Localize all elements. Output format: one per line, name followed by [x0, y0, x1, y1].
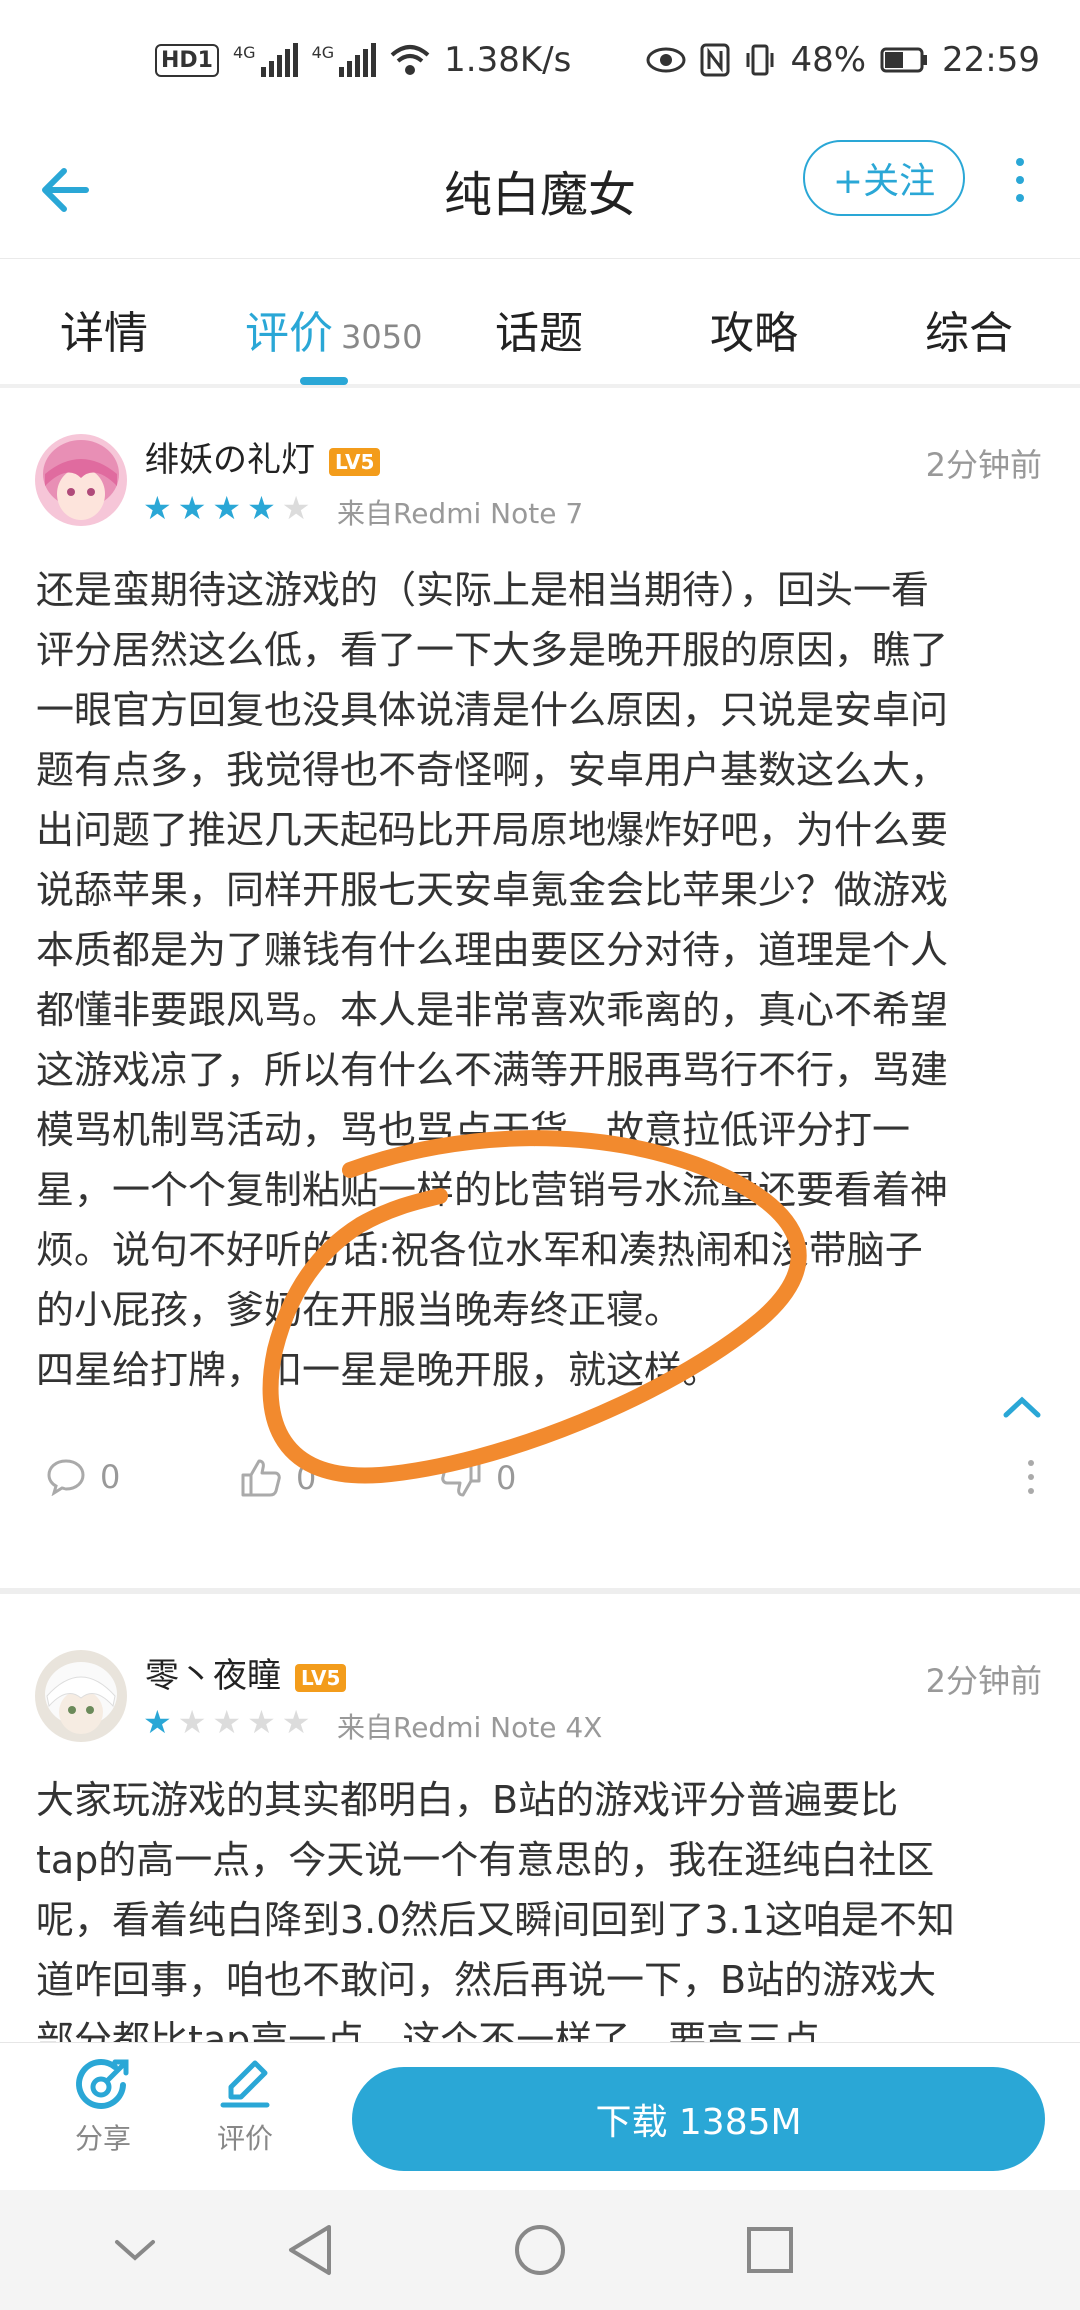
tab-details[interactable]: 详情 [60, 297, 148, 361]
like-button[interactable]: 0 [240, 1458, 316, 1498]
tab-bar: 详情 评价 3050 话题 攻略 综合 [0, 258, 1080, 388]
review-body[interactable]: 还是蛮期待这游戏的（实际上是相当期待），回头一看 评分居然这么低，看了一下大多是… [36, 560, 1046, 1400]
share-button[interactable]: 分享 [48, 2057, 158, 2157]
star-icon: ★ [247, 489, 276, 527]
write-review-button[interactable]: 评价 [190, 2057, 300, 2157]
circle-home-icon [515, 2225, 565, 2275]
avatar[interactable] [35, 434, 127, 526]
download-button[interactable]: 下载 1385M [352, 2067, 1045, 2171]
star-icon: ★ [281, 1703, 311, 1741]
status-left: HD1 4G 4G 1.38K/s [155, 40, 571, 80]
more-options-button[interactable] [995, 145, 1045, 215]
review-more-button[interactable] [1028, 1460, 1034, 1494]
review-device: 来自Redmi Note 7 [337, 497, 584, 530]
net-speed: 1.38K/s [444, 40, 572, 80]
comment-icon [47, 1459, 85, 1496]
review-count: 3050 [341, 318, 423, 356]
pencil-icon [220, 2060, 270, 2108]
star-icon: ★ [281, 489, 311, 527]
nfc-icon [700, 43, 730, 77]
nav-back-button[interactable] [280, 2220, 340, 2280]
clock: 22:59 [942, 40, 1040, 80]
triangle-back-icon [289, 2225, 331, 2275]
thumbs-down-icon [441, 1459, 481, 1497]
signal-icon-2: 4G [312, 43, 377, 77]
star-icon: ★ [177, 1703, 207, 1741]
star-icon: ★ [177, 489, 207, 527]
tab-reviews[interactable]: 评价 3050 [245, 297, 422, 361]
app-bar: 纯白魔女 +关注 [0, 120, 1080, 260]
chevron-down-icon [115, 2240, 155, 2261]
review-divider [0, 1588, 1080, 1594]
dislike-button[interactable]: 0 [440, 1458, 516, 1498]
thumbs-up-icon [241, 1459, 281, 1497]
star-icon: ★ [212, 489, 242, 527]
rating-stars: ★ ★ ★ ★ ★ [143, 492, 310, 524]
share-icon [76, 2059, 129, 2109]
system-nav-bar [0, 2190, 1080, 2310]
review-time: 2分钟前 [925, 446, 1042, 484]
review-body[interactable]: 大家玩游戏的其实都明白，B站的游戏评分普遍要比 tap的高一点，今天说一个有意思… [36, 1770, 1046, 2070]
bottom-action-bar: 分享 评价 下载 1385M [0, 2042, 1080, 2190]
nav-home-button[interactable] [510, 2220, 570, 2280]
vibrate-icon [746, 44, 774, 76]
review-device: 来自Redmi Note 4X [337, 1711, 603, 1744]
star-icon: ★ [143, 1703, 172, 1741]
star-icon: ★ [247, 1703, 276, 1741]
review-username[interactable]: 绯妖の礼灯 LV5 [145, 432, 381, 481]
comment-button[interactable]: 0 [46, 1458, 120, 1496]
tab-guides[interactable]: 攻略 [710, 297, 798, 361]
chevron-up-icon[interactable] [1002, 1395, 1042, 1419]
level-badge: LV5 [295, 1663, 347, 1692]
star-icon: ★ [212, 1703, 242, 1741]
hd-badge: HD1 [155, 43, 219, 77]
battery-icon [880, 47, 928, 73]
square-recents-icon [747, 2227, 793, 2273]
wifi-icon [390, 45, 430, 75]
star-icon: ★ [143, 489, 172, 527]
status-right: 48% 22:59 [646, 40, 1040, 80]
follow-button[interactable]: +关注 [803, 140, 965, 216]
nav-hide-button[interactable] [105, 2220, 165, 2280]
rating-stars: ★ ★ ★ ★ ★ [143, 1706, 310, 1738]
tab-overview[interactable]: 综合 [925, 297, 1013, 361]
battery-percent: 48% [790, 40, 867, 80]
review-username[interactable]: 零丶夜瞳 LV5 [145, 1648, 347, 1697]
avatar[interactable] [35, 1650, 127, 1742]
signal-icon: 4G [233, 43, 298, 77]
nav-recents-button[interactable] [740, 2220, 800, 2280]
review-time: 2分钟前 [925, 1662, 1042, 1700]
level-badge: LV5 [329, 447, 381, 476]
tab-topics[interactable]: 话题 [495, 297, 583, 361]
review-actions: 0 0 0 [0, 1458, 1080, 1538]
tab-indicator [300, 377, 348, 385]
eye-icon [646, 47, 686, 73]
status-bar: HD1 4G 4G 1.38K/s 48% 22:59 [0, 0, 1080, 120]
